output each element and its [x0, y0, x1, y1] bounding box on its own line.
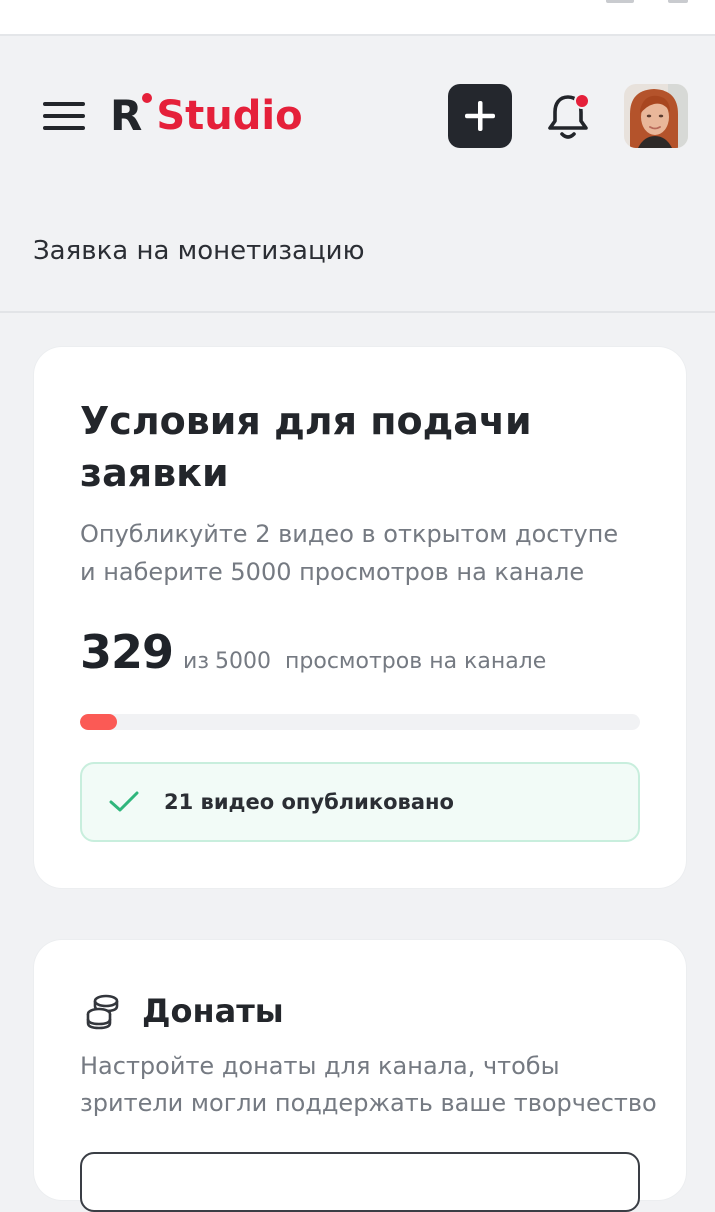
page-title: Заявка на монетизацию: [33, 236, 365, 266]
views-of-label: из: [183, 649, 210, 674]
notifications-button[interactable]: [544, 88, 596, 144]
donates-header: Донаты: [84, 992, 284, 1030]
views-count: 329: [80, 625, 174, 679]
status-indicator: [668, 0, 688, 3]
avatar[interactable]: [624, 84, 688, 148]
conditions-title: Условия для подачи заявки: [80, 399, 532, 495]
published-videos-text: 21 видео опубликовано: [164, 790, 454, 814]
menu-bar: [43, 102, 85, 106]
donates-setup-button[interactable]: [80, 1152, 640, 1212]
logo-letter-r: R: [110, 91, 142, 140]
plus-icon: [465, 101, 495, 131]
add-content-button[interactable]: [448, 84, 512, 148]
donates-description: Настройте донаты для канала, чтобы зрите…: [80, 1052, 657, 1117]
published-videos-status: 21 видео опубликовано: [80, 762, 640, 842]
logo-wordmark: Studio: [156, 93, 303, 139]
views-progress-bar: [80, 714, 640, 730]
page-title-bar: Заявка на монетизацию: [0, 196, 715, 313]
conditions-description: Опубликуйте 2 видео в открытом доступе и…: [80, 520, 619, 586]
views-progress-fill: [80, 714, 117, 730]
check-icon: [109, 791, 139, 812]
coins-icon: [86, 994, 119, 1030]
menu-bar: [43, 126, 85, 130]
status-indicator: [606, 0, 634, 3]
rstudio-logo[interactable]: R Studio: [110, 88, 303, 144]
hamburger-menu-icon[interactable]: [38, 96, 90, 136]
views-suffix: просмотров на канале: [285, 649, 547, 674]
logo-dot: [142, 93, 153, 103]
donates-card: Донаты Настройте донаты для канала, чтоб…: [34, 940, 686, 1212]
views-counter: 329 из 5000 просмотров на канале: [80, 625, 546, 679]
notification-badge: [574, 93, 590, 109]
views-total: 5000: [215, 649, 272, 674]
app-header: R Studio: [0, 36, 715, 196]
status-strip: [0, 0, 715, 36]
menu-bar: [43, 114, 85, 118]
user-avatar-image: [624, 84, 688, 148]
monetization-conditions-card: Условия для подачи заявки Опубликуйте 2 …: [34, 347, 686, 888]
donates-title: Донаты: [142, 992, 284, 1030]
